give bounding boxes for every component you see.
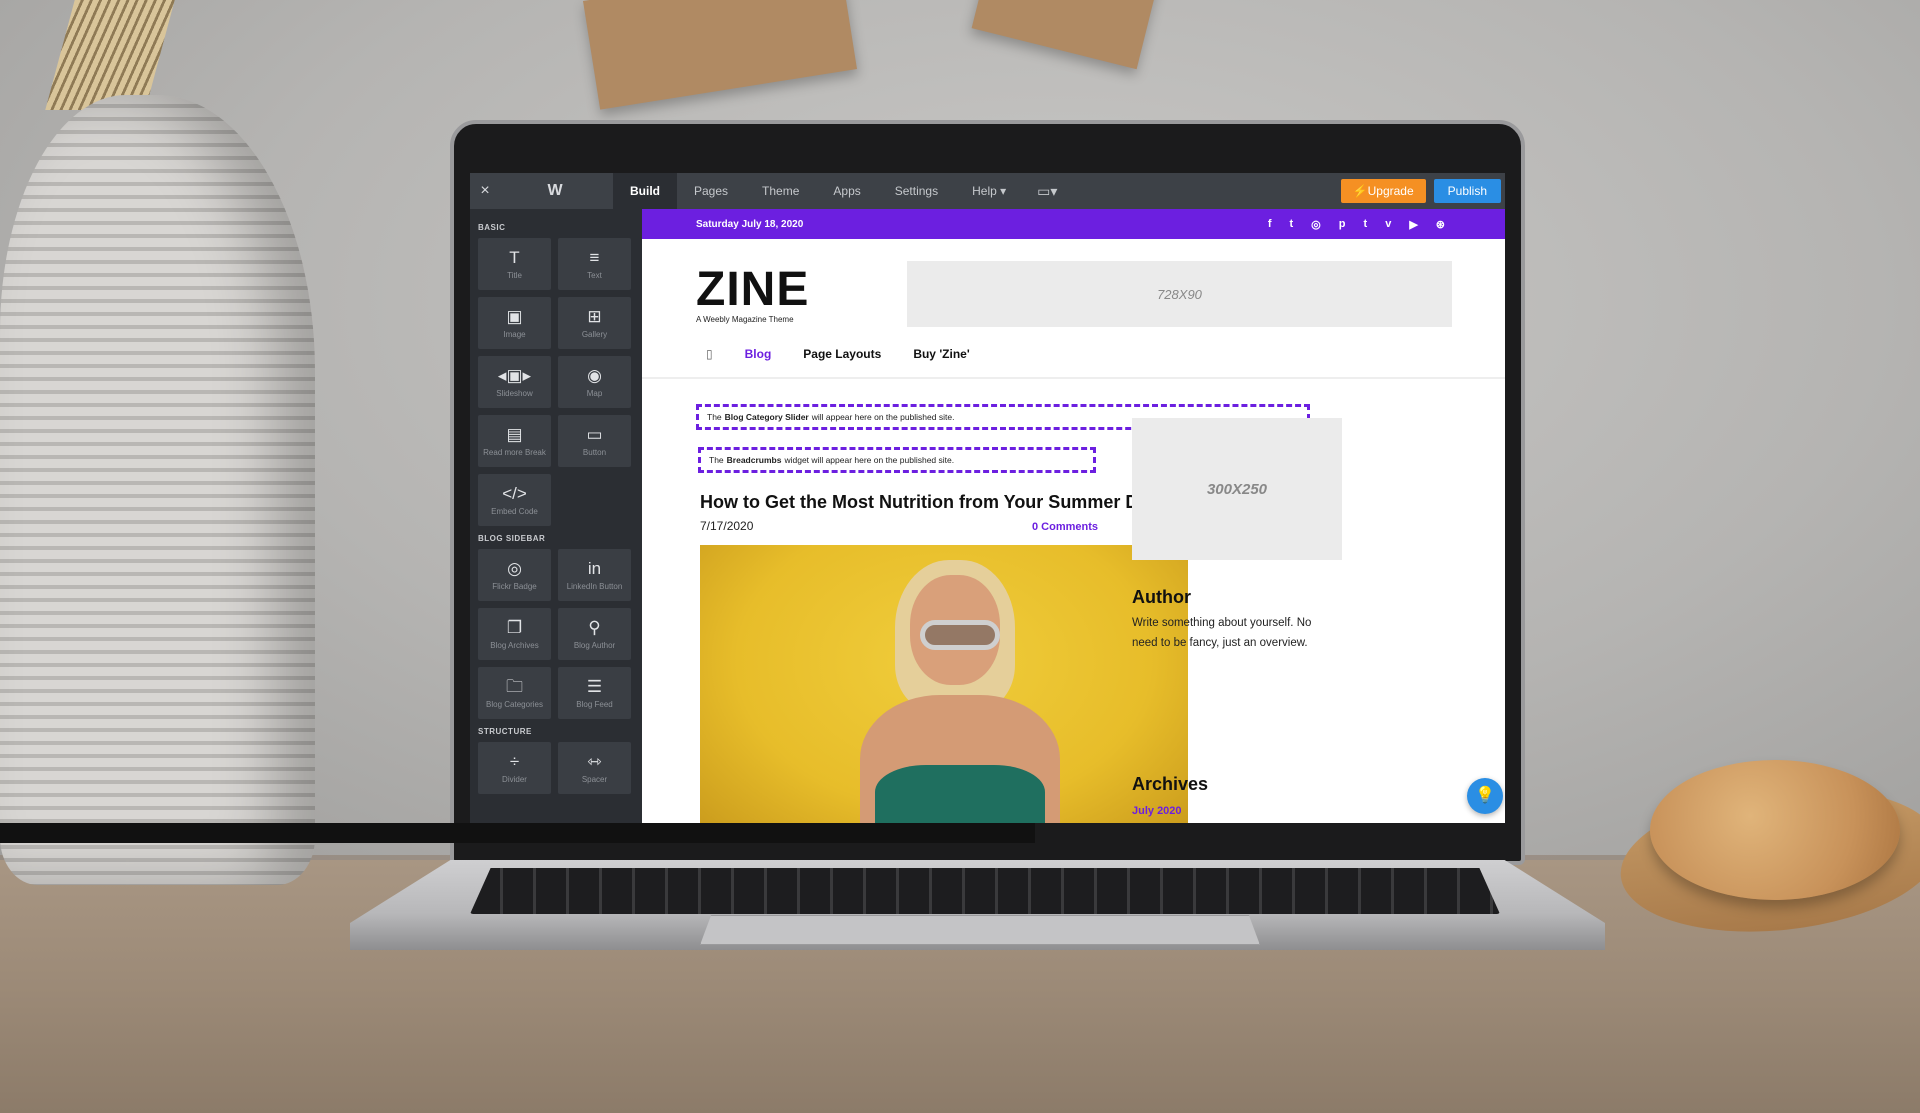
laptop-keyboard	[470, 868, 1500, 914]
archives-heading: Archives	[1132, 774, 1209, 794]
pinterest-icon[interactable]: p	[1339, 218, 1346, 231]
feed-icon: ☰	[586, 676, 603, 696]
ceramic-vase	[0, 95, 315, 885]
image-icon: ▣	[506, 306, 523, 326]
vimeo-icon[interactable]: v	[1385, 218, 1391, 231]
dribbble-icon[interactable]: ⊛	[1436, 218, 1445, 231]
editor-topbar: × W Build Pages Theme Apps Settings Help…	[470, 173, 1505, 209]
divider-icon: ÷	[509, 751, 520, 771]
spacer-icon: ⇿	[587, 751, 602, 771]
breadcrumbs-placeholder[interactable]: The Breadcrumbs widget will appear here …	[698, 447, 1096, 473]
tab-apps[interactable]: Apps	[816, 173, 877, 209]
author-icon: ⚲	[588, 617, 601, 637]
element-linkedin-button[interactable]: in LinkedIn Button	[558, 549, 631, 601]
linkedin-icon: in	[587, 558, 602, 578]
menu-item-buy-zine[interactable]: Buy 'Zine'	[913, 347, 969, 361]
screen-bezel-bottom	[0, 823, 1035, 843]
map-pin-icon: ◉	[587, 365, 602, 385]
element-read-more[interactable]: ▤ Read more Break	[478, 415, 551, 467]
laptop-screen: × W Build Pages Theme Apps Settings Help…	[470, 173, 1505, 823]
weebly-logo-icon[interactable]: W	[500, 182, 610, 200]
element-title[interactable]: T Title	[478, 238, 551, 290]
section-title-basic: BASIC	[478, 223, 506, 232]
ad-banner-728x90: 728X90	[907, 261, 1452, 327]
element-blog-archives[interactable]: ❐ Blog Archives	[478, 608, 551, 660]
help-lightbulb-icon[interactable]: 💡	[1467, 778, 1503, 814]
close-icon[interactable]: ×	[470, 182, 500, 200]
laptop-trackpad	[700, 915, 1260, 945]
ad-box-300x250: 300X250	[1132, 418, 1342, 560]
element-spacer[interactable]: ⇿ Spacer	[558, 742, 631, 794]
site-canvas: Saturday July 18, 2020 f t ◎ p t v ▶ ⊛ Z…	[642, 209, 1505, 823]
section-title-structure: STRUCTURE	[478, 727, 532, 736]
top-info-bar: Saturday July 18, 2020 f t ◎ p t v ▶ ⊛	[642, 209, 1505, 239]
element-blog-categories[interactable]: 🗀 Blog Categories	[478, 667, 551, 719]
element-slideshow[interactable]: ◂▣▸ Slideshow	[478, 356, 551, 408]
site-tagline: A Weebly Magazine Theme	[696, 315, 794, 324]
menu-item-blog[interactable]: Blog	[745, 347, 772, 361]
element-blog-feed[interactable]: ☰ Blog Feed	[558, 667, 631, 719]
gallery-icon: ⊞	[587, 306, 602, 326]
tab-help[interactable]: Help ▾	[955, 173, 1023, 209]
button-icon: ▭	[586, 424, 603, 444]
tab-pages[interactable]: Pages	[677, 173, 745, 209]
archives-icon: ❐	[506, 617, 523, 637]
upgrade-button[interactable]: ⚡Upgrade	[1340, 179, 1426, 203]
title-icon: T	[509, 247, 520, 267]
post-comments-link[interactable]: 0 Comments	[1032, 521, 1098, 533]
tab-theme[interactable]: Theme	[745, 173, 816, 209]
author-heading: Author	[1132, 587, 1191, 607]
site-logo[interactable]: ZINE	[696, 266, 809, 314]
element-gallery[interactable]: ⊞ Gallery	[558, 297, 631, 349]
site-date: Saturday July 18, 2020	[696, 218, 804, 230]
element-embed-code[interactable]: </> Embed Code	[478, 474, 551, 526]
archives-link-july-2020[interactable]: July 2020	[1132, 805, 1182, 817]
elements-sidebar: BASIC T Title ≡ Text ▣ Image ⊞ Gallery ◂▣▸ Sl…	[470, 209, 642, 823]
section-title-blog-sidebar: BLOG SIDEBAR	[478, 534, 546, 543]
social-icons: f t ◎ p t v ▶ ⊛	[1268, 218, 1445, 231]
folder-icon: 🗀	[506, 676, 523, 696]
text-icon: ≡	[589, 247, 600, 267]
cookie	[1650, 760, 1900, 900]
site-menu: ▯ Blog Page Layouts Buy 'Zine'	[706, 347, 970, 361]
device-preview-icon[interactable]: ▭▾	[1023, 183, 1071, 200]
youtube-icon[interactable]: ▶	[1409, 218, 1417, 231]
element-button[interactable]: ▭ Button	[558, 415, 631, 467]
tab-settings[interactable]: Settings	[878, 173, 955, 209]
element-blog-author[interactable]: ⚲ Blog Author	[558, 608, 631, 660]
element-divider[interactable]: ÷ Divider	[478, 742, 551, 794]
menu-item-page-layouts[interactable]: Page Layouts	[803, 347, 881, 361]
read-more-icon: ▤	[506, 424, 523, 444]
element-map[interactable]: ◉ Map	[558, 356, 631, 408]
site-header: ZINE A Weebly Magazine Theme 728X90 ▯ Bl…	[642, 239, 1505, 379]
slideshow-icon: ◂▣▸	[497, 365, 532, 385]
element-text[interactable]: ≡ Text	[558, 238, 631, 290]
facebook-icon[interactable]: f	[1268, 218, 1272, 231]
flickr-icon: ◎	[507, 558, 522, 578]
element-image[interactable]: ▣ Image	[478, 297, 551, 349]
tab-build[interactable]: Build	[613, 173, 677, 209]
twitter-icon[interactable]: t	[1290, 218, 1294, 231]
instagram-icon[interactable]: ◎	[1311, 218, 1321, 231]
home-icon[interactable]: ▯	[706, 347, 713, 361]
post-date: 7/17/2020	[700, 519, 754, 533]
code-icon: </>	[502, 483, 527, 503]
element-flickr-badge[interactable]: ◎ Flickr Badge	[478, 549, 551, 601]
post-featured-image[interactable]	[700, 545, 1188, 823]
author-text: Write something about yourself. No need …	[1132, 617, 1312, 649]
tumblr-icon[interactable]: t	[1364, 218, 1368, 231]
publish-button[interactable]: Publish	[1433, 179, 1501, 203]
post-title[interactable]: How to Get the Most Nutrition from Your …	[700, 492, 1159, 513]
